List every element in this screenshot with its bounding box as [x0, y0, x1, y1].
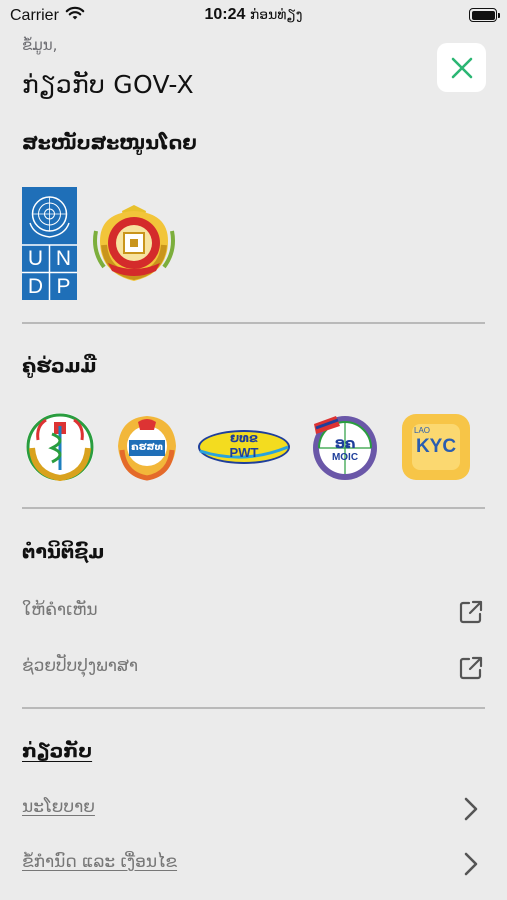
clock-time: 10:24 — [204, 6, 246, 23]
chevron-right-icon[interactable] — [458, 794, 484, 824]
partners-title: ຄູ່ຮ່ວມມື — [22, 355, 97, 377]
page-title: ກ່ຽວກັບ GOV-X — [22, 70, 194, 99]
about-title: ກ່ຽວກັບ — [22, 740, 93, 762]
give-feedback-link[interactable]: ໃຫ້ຄໍາເຫັນ — [22, 600, 98, 620]
policy-link[interactable]: ນະໂຍບາຍ — [22, 797, 95, 817]
chevron-right-icon[interactable] — [458, 849, 484, 879]
undp-letter: D — [27, 275, 44, 298]
pwt-logo: ຍທຂ PWT — [196, 425, 292, 469]
health-ministry-logo — [24, 412, 96, 486]
status-time: 10:24 ກ່ອນທ່ຽງ — [0, 6, 507, 24]
breadcrumb: ຂໍ້ມູນ, — [22, 36, 58, 54]
undp-letter: P — [56, 275, 71, 298]
external-link-icon[interactable] — [456, 653, 486, 683]
ministry-emblem-logo — [90, 201, 178, 289]
divider — [22, 322, 485, 324]
moic-text-top: ອຄ — [334, 436, 356, 452]
laokyc-text-bottom: KYC — [415, 436, 457, 457]
clock-suffix: ກ່ອນທ່ຽງ — [249, 6, 303, 22]
external-link-icon[interactable] — [456, 597, 486, 627]
moic-text-bottom: MOIC — [331, 452, 359, 463]
moic-logo: ອຄ MOIC — [306, 410, 384, 482]
pwt-text-bottom: PWT — [229, 445, 259, 460]
undp-logo: U N D P — [22, 187, 77, 300]
pwt-text-top: ຍທຂ — [230, 431, 258, 445]
divider — [22, 507, 485, 509]
status-bar: Carrier 10:24 ກ່ອນທ່ຽງ — [0, 0, 507, 32]
battery-icon — [469, 8, 500, 22]
help-translate-link[interactable]: ຊ່ວຍປັບປຸງພາສາ — [22, 656, 138, 676]
undp-letter: N — [55, 247, 72, 270]
undp-letter: U — [27, 247, 44, 270]
close-icon — [451, 57, 472, 78]
sponsors-title: ສະໜັບສະໜູນໂດຍ — [22, 132, 197, 154]
laokyc-logo: LAO KYC — [402, 414, 470, 480]
divider — [22, 707, 485, 709]
feedback-title: ຕໍານິຕິຊົມ — [22, 541, 105, 563]
laokyc-text-top: LAO — [414, 426, 431, 435]
close-button[interactable] — [437, 43, 486, 92]
nast-text: ຄຮສທ — [131, 442, 163, 453]
terms-link[interactable]: ຂໍ້ກໍານົດ ແລະ ເງື່ອນໄຂ — [22, 852, 177, 872]
